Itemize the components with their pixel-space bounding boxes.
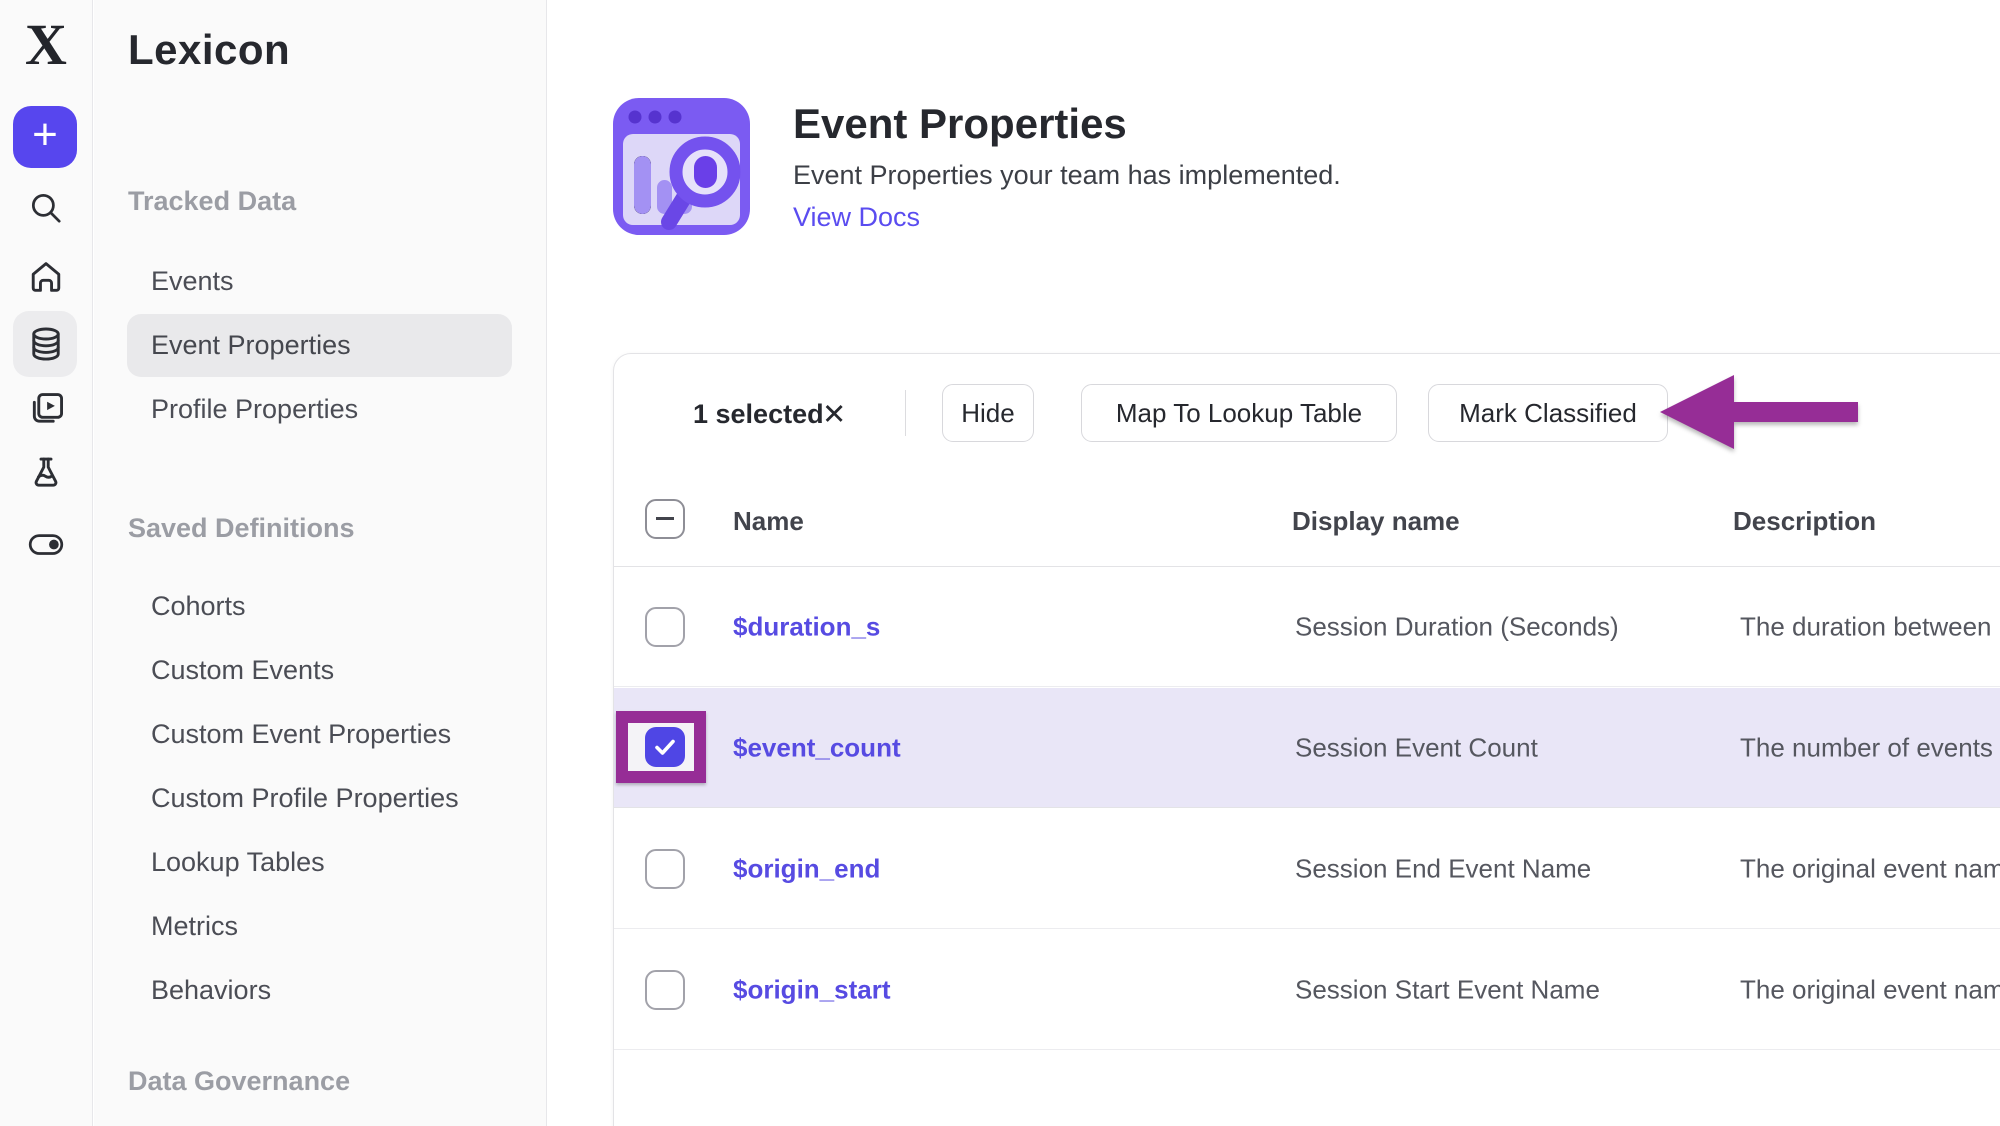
experiments-flask-icon[interactable] <box>26 453 66 493</box>
feature-flags-toggle-icon[interactable] <box>26 524 66 564</box>
description-cell: The number of events <box>1740 732 1993 763</box>
page-subtitle: Event Properties your team has implement… <box>793 160 1341 191</box>
toolbar-divider <box>905 390 906 436</box>
property-name-link[interactable]: $origin_end <box>733 853 880 884</box>
search-icon[interactable] <box>26 188 66 228</box>
row-checkbox[interactable] <box>645 849 685 889</box>
table-row-origin-start[interactable]: $origin_start Session Start Event Name T… <box>614 930 2000 1050</box>
description-cell: The duration between <box>1740 611 1992 642</box>
table-row-event-count[interactable]: $event_count Session Event Count The num… <box>614 688 2000 808</box>
sidebar-item-profile-properties[interactable]: Profile Properties <box>151 392 358 426</box>
data-management-icon[interactable] <box>26 324 66 364</box>
mark-classified-button[interactable]: Mark Classified <box>1428 384 1668 442</box>
view-docs-link[interactable]: View Docs <box>793 202 920 233</box>
section-header-tracked-data: Tracked Data <box>128 186 296 217</box>
sidebar-item-custom-event-properties[interactable]: Custom Event Properties <box>151 717 451 751</box>
row-checkbox-checked[interactable] <box>645 727 685 767</box>
property-name-link[interactable]: $origin_start <box>733 974 891 1005</box>
clear-selection-close-icon[interactable]: ✕ <box>822 397 846 432</box>
sidebar-item-event-properties[interactable]: Event Properties <box>151 328 351 362</box>
selected-count: 1 selected <box>693 399 824 430</box>
display-name-cell: Session Event Count <box>1295 732 1538 763</box>
display-name-cell: Session Start Event Name <box>1295 974 1600 1005</box>
event-properties-illustration-icon <box>611 96 752 237</box>
create-button[interactable]: + <box>13 106 77 168</box>
sidebar-item-custom-events[interactable]: Custom Events <box>151 653 334 687</box>
column-header-description[interactable]: Description <box>1733 506 1876 537</box>
sidebar-item-cohorts[interactable]: Cohorts <box>151 589 246 623</box>
property-name-link[interactable]: $event_count <box>733 732 901 763</box>
sidebar-item-lookup-tables[interactable]: Lookup Tables <box>151 845 325 879</box>
map-to-lookup-table-button[interactable]: Map To Lookup Table <box>1081 384 1397 442</box>
sidebar-item-custom-profile-properties[interactable]: Custom Profile Properties <box>151 781 459 815</box>
annotation-arrow-icon <box>1650 368 1865 463</box>
sidebar-title: Lexicon <box>128 26 290 74</box>
mixpanel-logo-icon[interactable]: X <box>18 16 74 72</box>
app-icon-rail: X + <box>0 0 93 1126</box>
select-all-checkbox[interactable] <box>645 499 685 539</box>
home-icon[interactable] <box>26 257 66 297</box>
section-header-data-governance: Data Governance <box>128 1066 350 1097</box>
checkmark-icon <box>652 734 678 760</box>
sidebar-item-events[interactable]: Events <box>151 264 234 298</box>
column-header-display-name[interactable]: Display name <box>1292 506 1460 537</box>
column-header-name[interactable]: Name <box>733 506 804 537</box>
annotation-highlight-box <box>616 711 706 783</box>
table-row-duration-s[interactable]: $duration_s Session Duration (Seconds) T… <box>614 567 2000 687</box>
lexicon-screen: X + <box>0 0 2000 1126</box>
sidebar-item-behaviors[interactable]: Behaviors <box>151 973 271 1007</box>
page-title: Event Properties <box>793 100 1127 148</box>
section-header-saved-definitions: Saved Definitions <box>128 513 355 544</box>
hide-button[interactable]: Hide <box>942 384 1034 442</box>
display-name-cell: Session Duration (Seconds) <box>1295 611 1619 642</box>
display-name-cell: Session End Event Name <box>1295 853 1591 884</box>
lexicon-sidebar: Lexicon Tracked Data Events Event Proper… <box>94 0 547 1126</box>
table-row-origin-end[interactable]: $origin_end Session End Event Name The o… <box>614 809 2000 929</box>
row-checkbox[interactable] <box>645 607 685 647</box>
sidebar-item-metrics[interactable]: Metrics <box>151 909 238 943</box>
property-name-link[interactable]: $duration_s <box>733 611 880 642</box>
row-checkbox[interactable] <box>645 970 685 1010</box>
boards-icon[interactable] <box>26 389 66 429</box>
description-cell: The original event name <box>1740 853 2000 884</box>
description-cell: The original event name <box>1740 974 2000 1005</box>
